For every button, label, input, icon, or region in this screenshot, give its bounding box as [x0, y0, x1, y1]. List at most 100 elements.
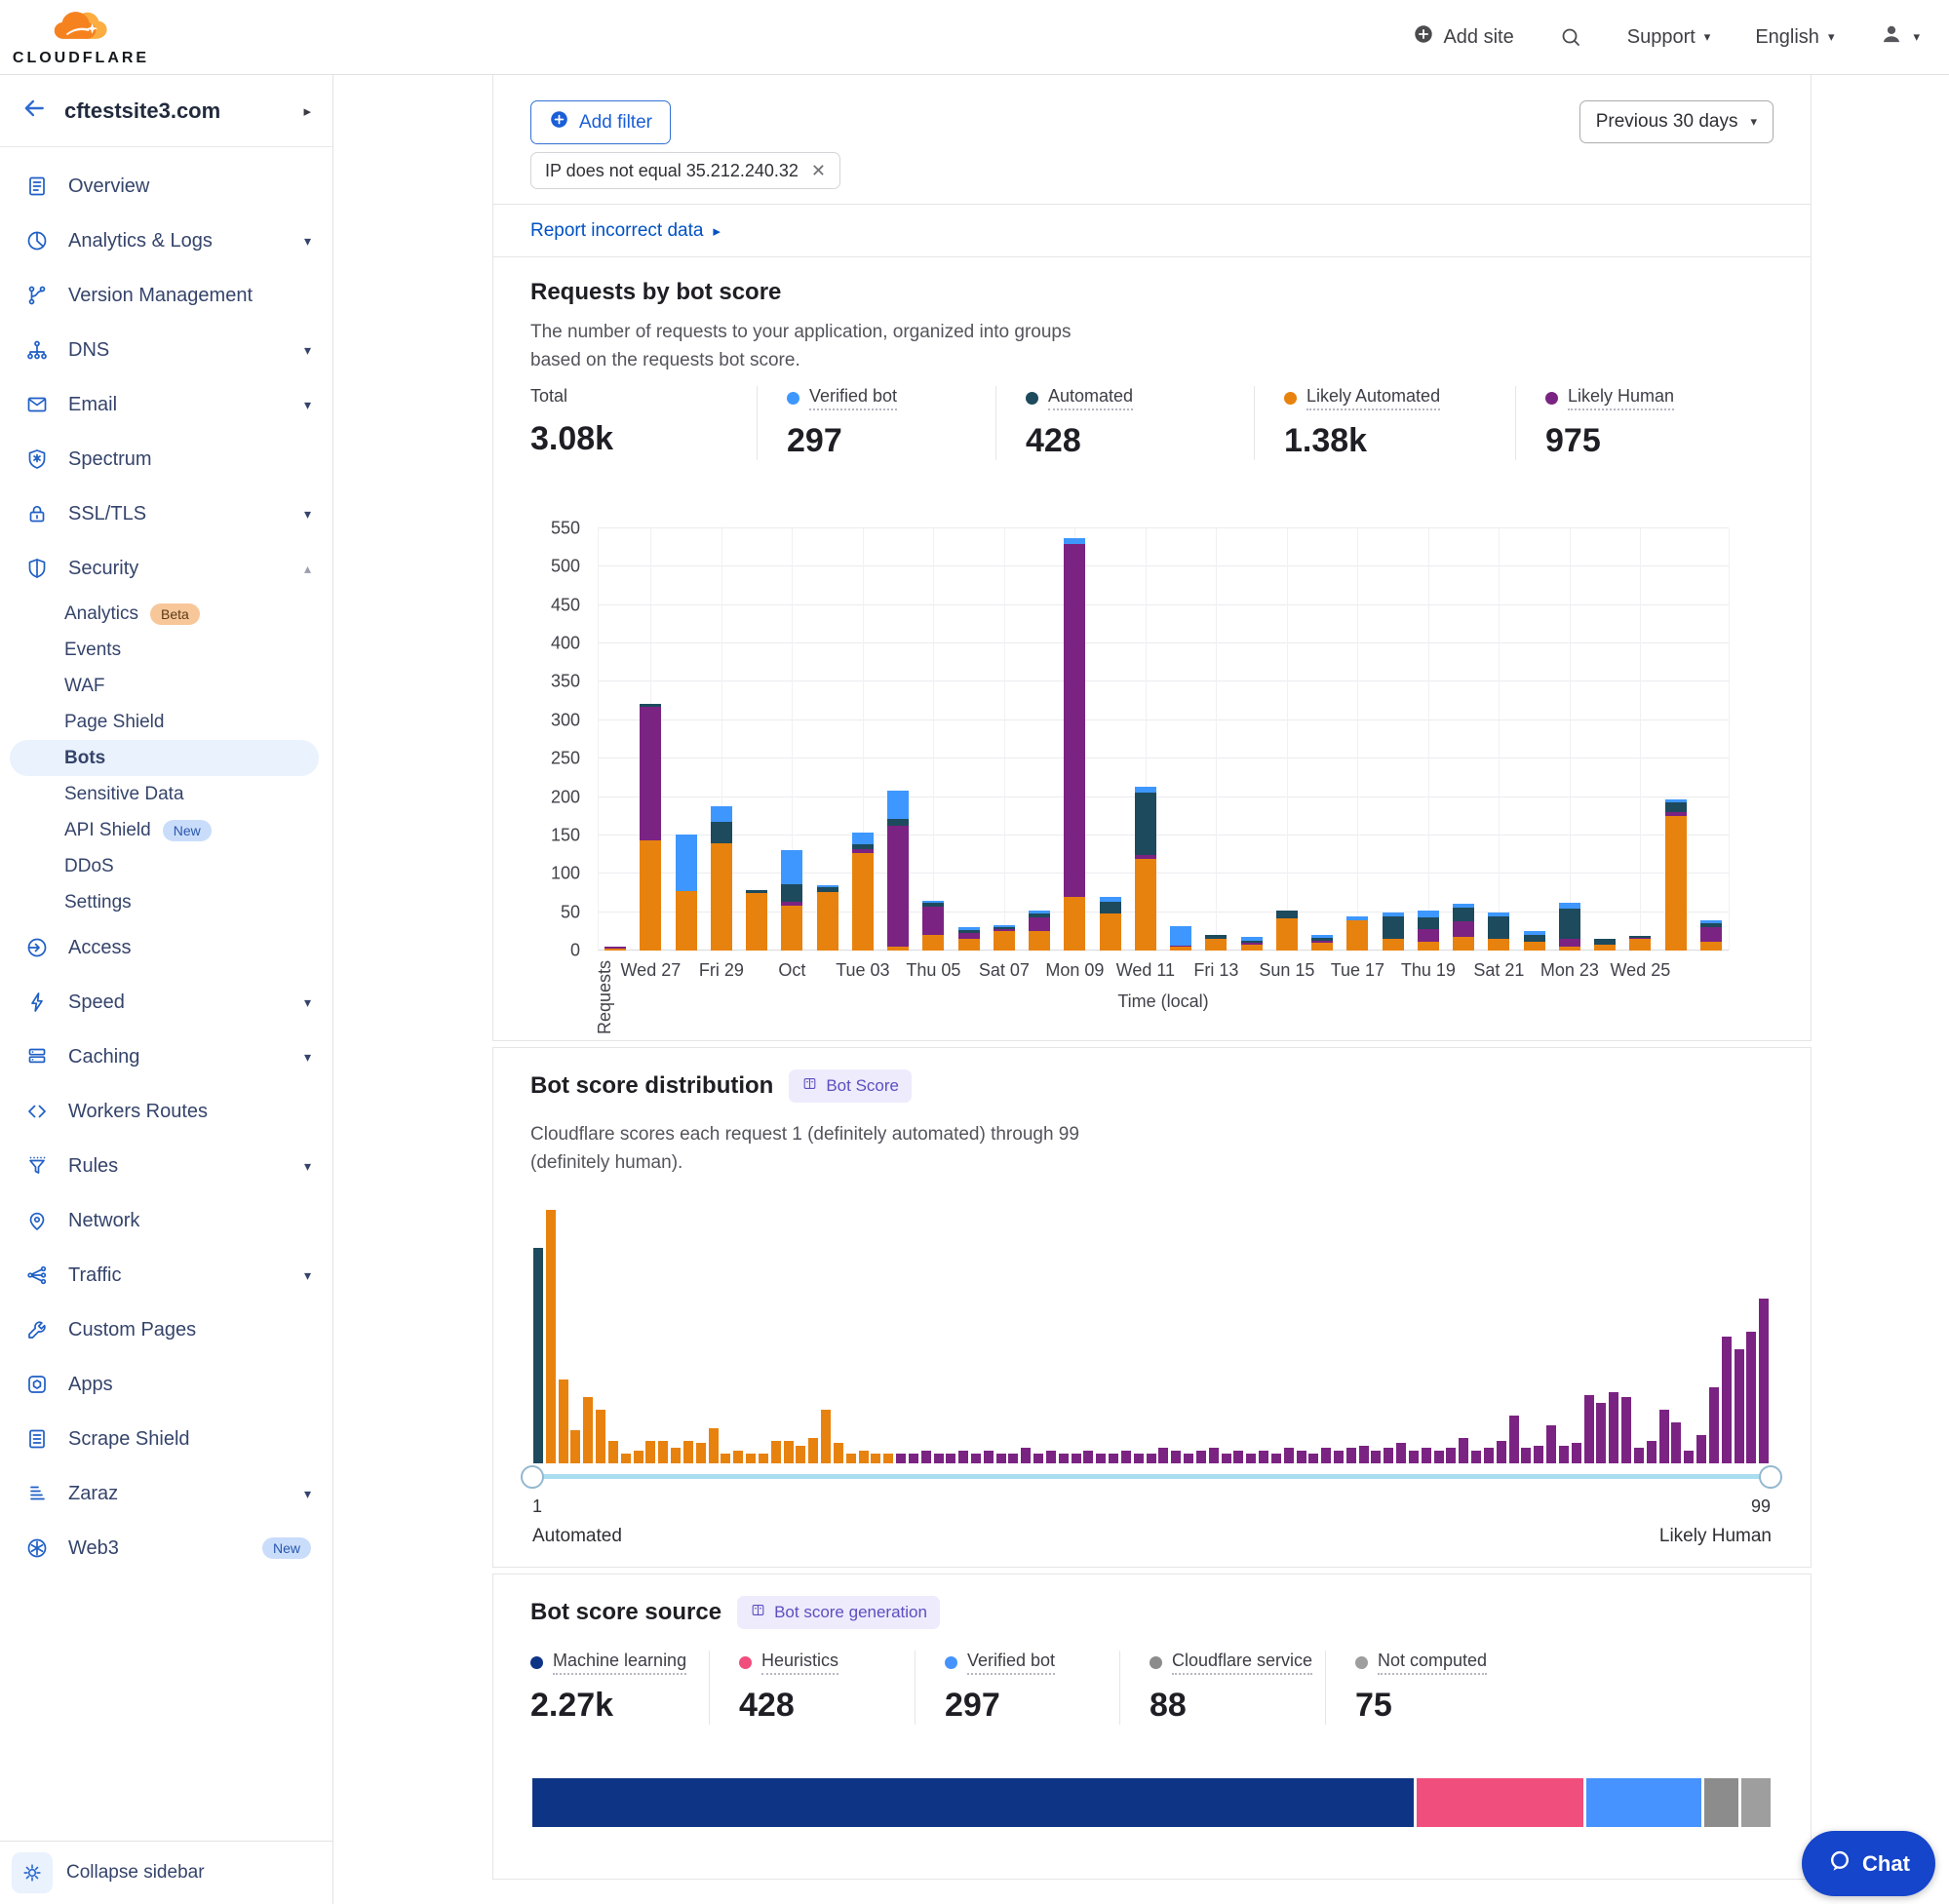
- histogram-bar-41: [1033, 1454, 1043, 1463]
- x-tick-label: Wed 25: [1593, 960, 1687, 981]
- network-icon: [25, 1209, 49, 1232]
- sidebar-item-caching[interactable]: Caching▾: [0, 1030, 332, 1084]
- histogram-bar-25: [834, 1443, 843, 1463]
- stat-label[interactable]: Verified bot: [809, 386, 897, 410]
- sidebar-item-settings[interactable]: Settings: [10, 884, 319, 920]
- language-label: English: [1755, 26, 1819, 49]
- sidebar-item-custom-pages[interactable]: Custom Pages: [0, 1302, 332, 1357]
- sidebar-item-ssl-tls[interactable]: SSL/TLS▾: [0, 486, 332, 541]
- sidebar-item-traffic[interactable]: Traffic▾: [0, 1248, 332, 1302]
- bot-score-generation-badge[interactable]: Bot score generation: [737, 1596, 940, 1629]
- histogram-bar-55: [1209, 1448, 1219, 1463]
- sidebar-item-api-shield[interactable]: API ShieldNew: [10, 812, 319, 848]
- report-incorrect-data-link[interactable]: Report incorrect data ▸: [530, 205, 721, 257]
- security-icon: [25, 557, 49, 580]
- support-menu[interactable]: Support ▾: [1627, 26, 1711, 49]
- legend-dot: [787, 392, 799, 405]
- stat-label[interactable]: Cloudflare service: [1172, 1651, 1312, 1675]
- close-icon[interactable]: ✕: [811, 161, 826, 181]
- sidebar-item-label: Version Management: [68, 285, 311, 307]
- search-icon[interactable]: [1559, 25, 1582, 49]
- sidebar-item-speed[interactable]: Speed▾: [0, 975, 332, 1030]
- sidebar-item-security[interactable]: Security▴: [0, 541, 332, 596]
- sidebar-item-overview[interactable]: Overview: [0, 159, 332, 214]
- date-range-label: Previous 30 days: [1596, 111, 1738, 133]
- sidebar-item-spectrum[interactable]: Spectrum: [0, 432, 332, 486]
- bar-16: [1170, 926, 1191, 951]
- stat-label[interactable]: Automated: [1048, 386, 1133, 410]
- sidebar-item-dns[interactable]: DNS▾: [0, 323, 332, 377]
- sidebar-item-email[interactable]: Email▾: [0, 377, 332, 432]
- gridline-vertical: [1428, 528, 1429, 951]
- bot-score-badge[interactable]: Bot Score: [789, 1069, 912, 1103]
- back-arrow-icon[interactable]: [21, 96, 47, 126]
- sidebar-item-workers-routes[interactable]: Workers Routes: [0, 1084, 332, 1139]
- sidebar-item-label: Zaraz: [68, 1483, 304, 1505]
- sidebar-item-version-management[interactable]: Version Management: [0, 268, 332, 323]
- source-stats-row: Machine learning2.27kHeuristics428Verifi…: [530, 1651, 1569, 1725]
- histogram-bar-5: [583, 1397, 593, 1463]
- bar-segment-verified-bot: [1170, 926, 1191, 946]
- stat-label[interactable]: Likely Human: [1568, 386, 1674, 410]
- histogram-bar-65: [1334, 1451, 1344, 1463]
- stat-label[interactable]: Machine learning: [553, 1651, 686, 1675]
- histogram-bar-45: [1083, 1451, 1093, 1463]
- slider-handle-max[interactable]: [1759, 1465, 1782, 1489]
- sidebar-item-scrape-shield[interactable]: Scrape Shield: [0, 1412, 332, 1466]
- add-filter-button[interactable]: Add filter: [530, 100, 671, 144]
- cloudflare-logo[interactable]: CLOUDFLARE: [19, 7, 142, 67]
- stat-label[interactable]: Not computed: [1378, 1651, 1487, 1675]
- sidebar-item-page-shield[interactable]: Page Shield: [10, 704, 319, 740]
- sidebar-item-ddos[interactable]: DDoS: [10, 848, 319, 884]
- histogram-bar-99: [1759, 1299, 1769, 1463]
- collapse-sidebar-button[interactable]: Collapse sidebar: [0, 1841, 332, 1904]
- scrape-shield-icon: [25, 1427, 49, 1451]
- sidebar-item-analytics-logs[interactable]: Analytics & Logs▾: [0, 214, 332, 268]
- sidebar-item-label: Analytics: [64, 603, 138, 625]
- add-site-button[interactable]: Add site: [1413, 23, 1513, 51]
- filter-chip[interactable]: IP does not equal 35.212.240.32 ✕: [530, 152, 840, 189]
- chevron-right-icon[interactable]: ▸: [303, 102, 311, 120]
- gridline-vertical: [1499, 528, 1500, 951]
- chat-button[interactable]: Chat: [1802, 1831, 1935, 1896]
- sidebar-item-rules[interactable]: Rules▾: [0, 1139, 332, 1193]
- sidebar-item-waf[interactable]: WAF: [10, 668, 319, 704]
- score-range-slider-track[interactable]: [532, 1474, 1771, 1479]
- sidebar-item-sensitive-data[interactable]: Sensitive Data: [10, 776, 319, 812]
- sidebar-item-label: Events: [64, 640, 121, 661]
- histogram-bar-63: [1308, 1454, 1318, 1463]
- bar-segment-likely-automated: [1346, 920, 1368, 951]
- sidebar-item-access[interactable]: Access: [0, 920, 332, 975]
- chevron-down-icon: ▾: [304, 397, 311, 413]
- bar-6: [817, 885, 838, 951]
- site-name[interactable]: cftestsite3.com: [64, 98, 303, 124]
- bar-28: [1594, 939, 1616, 951]
- sidebar-item-web3[interactable]: Web3New: [0, 1521, 332, 1575]
- stat-label[interactable]: Verified bot: [967, 1651, 1055, 1675]
- card-description: Cloudflare scores each request 1 (defini…: [530, 1120, 1096, 1177]
- stat-total: Total3.08k: [530, 386, 757, 460]
- histogram-bar-66: [1346, 1448, 1356, 1463]
- language-menu[interactable]: English ▾: [1755, 26, 1834, 49]
- bar-0: [604, 947, 626, 951]
- histogram-bar-70: [1396, 1443, 1406, 1463]
- sidebar-item-network[interactable]: Network: [0, 1193, 332, 1248]
- stat-label[interactable]: Likely Automated: [1306, 386, 1440, 410]
- sidebar-item-bots[interactable]: Bots: [10, 740, 319, 776]
- date-range-dropdown[interactable]: Previous 30 days ▾: [1579, 100, 1774, 143]
- slider-handle-min[interactable]: [521, 1465, 544, 1489]
- stat-value: 75: [1355, 1687, 1569, 1725]
- sidebar-item-security-analytics[interactable]: AnalyticsBeta: [10, 596, 319, 632]
- account-menu[interactable]: ▾: [1879, 21, 1920, 53]
- bar-13: [1064, 538, 1085, 951]
- histogram-bar-74: [1446, 1448, 1456, 1463]
- stat-likely-human: Likely Human975: [1515, 386, 1769, 460]
- bar-segment-verified-bot: [711, 806, 732, 822]
- bar-segment-likely-automated: [746, 893, 767, 951]
- sidebar-item-events[interactable]: Events: [10, 632, 319, 668]
- bar-segment-likely-automated: [1700, 942, 1722, 951]
- sidebar-item-label: Security: [68, 558, 304, 580]
- sidebar-item-apps[interactable]: Apps: [0, 1357, 332, 1412]
- sidebar-item-zaraz[interactable]: Zaraz▾: [0, 1466, 332, 1521]
- stat-label[interactable]: Heuristics: [761, 1651, 838, 1675]
